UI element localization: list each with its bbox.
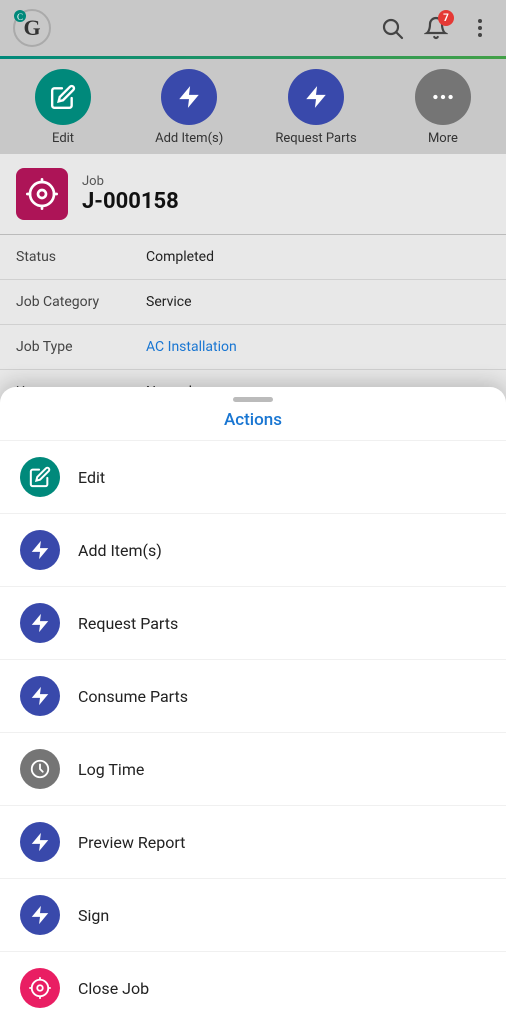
job-id: J-000158 [82, 189, 179, 214]
action-add-items-icon [20, 530, 60, 570]
svg-text:G: G [23, 15, 40, 40]
edit-icon-circle [35, 69, 91, 125]
notification-badge: 7 [438, 10, 454, 26]
status-label: Status [16, 249, 146, 265]
request-parts-icon-circle [288, 69, 344, 125]
action-edit-icon [20, 457, 60, 497]
drag-handle [233, 397, 273, 402]
type-row: Job Type AC Installation [0, 325, 506, 370]
action-request-parts-label: Request Parts [78, 614, 178, 633]
sheet-title: Actions [0, 406, 506, 440]
action-preview-report[interactable]: Preview Report [0, 805, 506, 878]
action-preview-report-icon [20, 822, 60, 862]
action-add-items-label: Add Item(s) [78, 541, 162, 560]
action-sign-label: Sign [78, 906, 109, 925]
more-label: More [428, 131, 458, 146]
category-value: Service [146, 294, 192, 310]
category-row: Job Category Service [0, 280, 506, 325]
action-sign[interactable]: Sign [0, 878, 506, 951]
main-toolbar: Edit Add Item(s) Request Parts More [0, 59, 506, 154]
search-icon[interactable] [378, 14, 406, 42]
action-log-time-label: Log Time [78, 760, 144, 779]
sheet-handle [0, 387, 506, 406]
type-label: Job Type [16, 339, 146, 355]
toolbar-more[interactable]: More [403, 69, 483, 146]
more-icon-circle [415, 69, 471, 125]
action-sign-icon [20, 895, 60, 935]
header-icons: 7 [378, 14, 494, 42]
job-subtitle: Job [82, 174, 179, 189]
action-request-parts-icon [20, 603, 60, 643]
action-edit[interactable]: Edit [0, 440, 506, 513]
status-row: Status Completed [0, 235, 506, 280]
edit-label: Edit [52, 131, 74, 146]
action-add-items[interactable]: Add Item(s) [0, 513, 506, 586]
action-preview-report-label: Preview Report [78, 833, 185, 852]
notification-icon[interactable]: 7 [422, 14, 450, 42]
type-value[interactable]: AC Installation [146, 339, 237, 355]
action-consume-parts-label: Consume Parts [78, 687, 188, 706]
action-close-job-icon [20, 968, 60, 1008]
action-edit-label: Edit [78, 468, 105, 487]
action-close-job-label: Close Job [78, 979, 149, 998]
request-parts-label: Request Parts [275, 131, 356, 146]
action-log-time-icon [20, 749, 60, 789]
toolbar-edit[interactable]: Edit [23, 69, 103, 146]
more-options-icon[interactable] [466, 14, 494, 42]
app-logo: G C [12, 8, 52, 48]
action-close-job[interactable]: Close Job [0, 951, 506, 1024]
job-icon [16, 168, 68, 220]
actions-bottom-sheet: Actions Edit Add Item(s) [0, 387, 506, 1024]
add-items-icon-circle [161, 69, 217, 125]
category-label: Job Category [16, 294, 146, 310]
actions-list: Edit Add Item(s) Request Parts [0, 440, 506, 1024]
toolbar-request-parts[interactable]: Request Parts [275, 69, 356, 146]
add-items-label: Add Item(s) [155, 131, 223, 146]
action-request-parts[interactable]: Request Parts [0, 586, 506, 659]
action-consume-parts-icon [20, 676, 60, 716]
job-text: Job J-000158 [82, 174, 179, 214]
toolbar-add-items[interactable]: Add Item(s) [149, 69, 229, 146]
action-log-time[interactable]: Log Time [0, 732, 506, 805]
svg-text:C: C [17, 12, 23, 22]
status-value: Completed [146, 249, 214, 265]
action-consume-parts[interactable]: Consume Parts [0, 659, 506, 732]
job-card: Job J-000158 [0, 154, 506, 235]
app-header: G C 7 [0, 0, 506, 56]
